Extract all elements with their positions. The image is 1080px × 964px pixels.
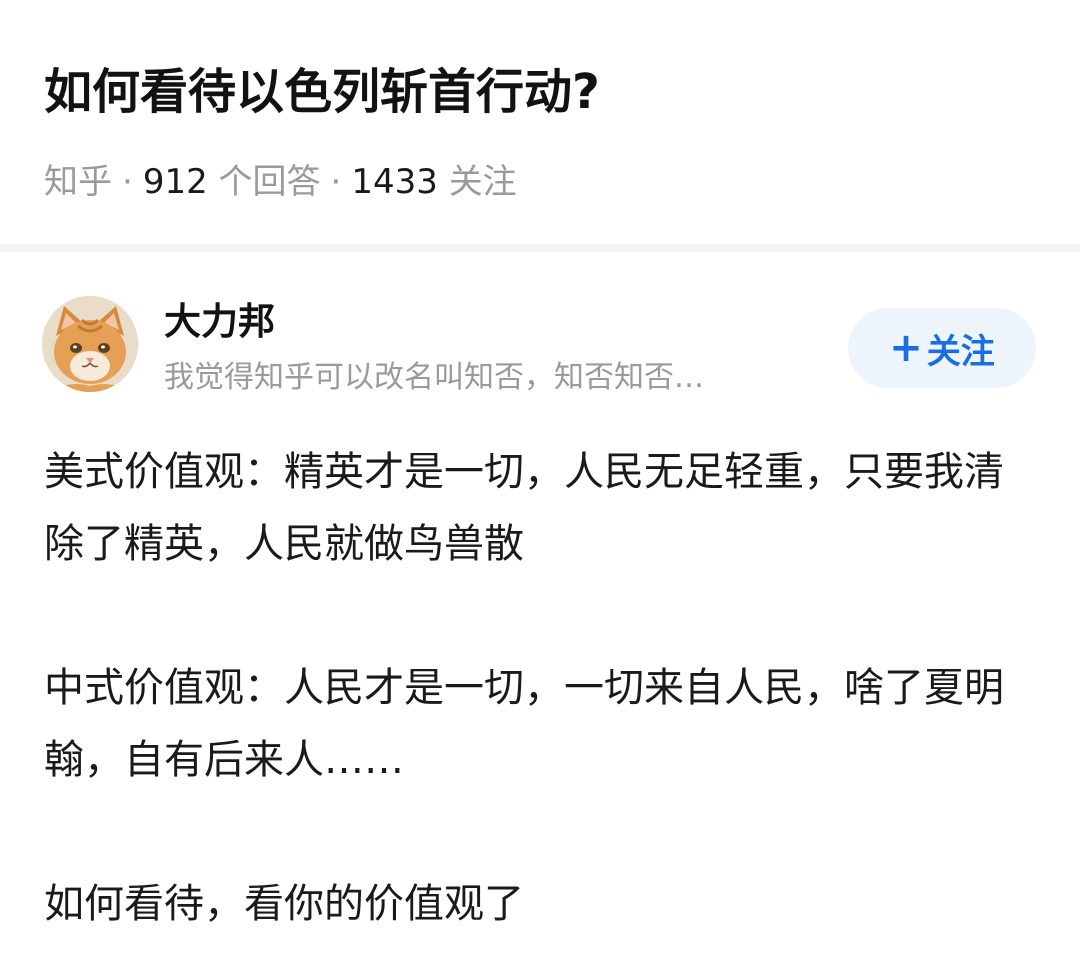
cat-avatar-icon: [42, 296, 138, 392]
author-name[interactable]: 大力邦: [164, 296, 275, 348]
answer-content[interactable]: 美式价值观：精英才是一切，人民无足轻重，只要我清除了精英，人民就做鸟兽散 中式价…: [44, 436, 1024, 940]
source-label[interactable]: 知乎: [44, 162, 112, 202]
answer-count: 912: [142, 162, 208, 202]
answer-count-label: 个回答: [218, 162, 321, 202]
question-meta: 知乎 · 912 个回答 · 1433 关注: [44, 158, 517, 206]
follower-count: 1433: [351, 162, 438, 202]
answer-paragraph: 如何看待，看你的价值观了: [44, 881, 524, 927]
avatar[interactable]: [42, 296, 138, 392]
author-bio: 我觉得知乎可以改名叫知否，知否知否…: [164, 360, 704, 395]
answer-paragraph: 美式价值观：精英才是一切，人民无足轻重，只要我清除了精英，人民就做鸟兽散: [44, 449, 1004, 567]
follow-label: 关注: [926, 331, 995, 372]
follower-count-label: 关注: [448, 162, 517, 202]
plus-icon: +: [889, 325, 923, 371]
meta-separator-2: ·: [330, 162, 342, 202]
meta-separator: ·: [122, 162, 133, 202]
follow-button[interactable]: + 关注: [848, 308, 1036, 388]
answer-paragraph: 中式价值观：人民才是一切，一切来自人民，啥了夏明翰，自有后来人……: [44, 665, 1004, 783]
answer-card: 大力邦 我觉得知乎可以改名叫知否，知否知否… + 关注 美式价值观：精英才是一切，…: [0, 252, 1080, 964]
question-title[interactable]: 如何看待以色列斩首行动?: [44, 56, 600, 128]
question-card: 如何看待以色列斩首行动? 知乎 · 912 个回答 · 1433 关注: [0, 0, 1080, 244]
